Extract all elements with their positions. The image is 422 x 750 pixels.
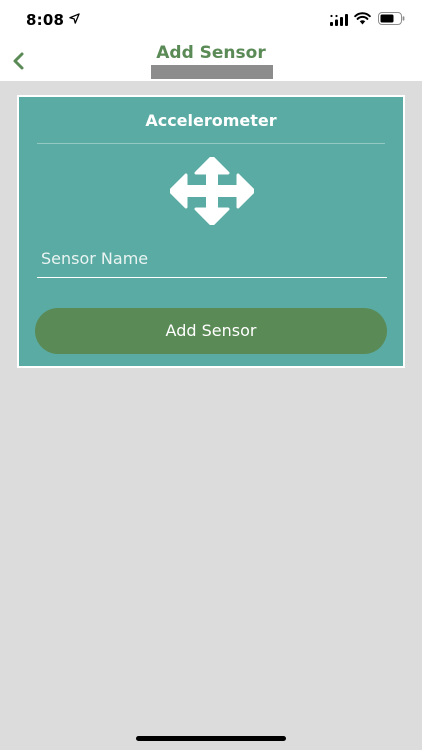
- navigation-bar: Add Sensor: [0, 40, 422, 81]
- page-title: Add Sensor: [156, 43, 266, 63]
- sensor-type-title: Accelerometer: [145, 111, 277, 130]
- location-arrow-icon: [69, 13, 80, 24]
- add-sensor-button[interactable]: Add Sensor: [35, 308, 387, 354]
- title-underline: [151, 65, 273, 79]
- wifi-icon: [354, 12, 371, 25]
- move-arrows-icon: [170, 157, 254, 225]
- sensor-name-input[interactable]: [37, 240, 387, 278]
- status-time: 8:08: [26, 11, 65, 29]
- cellular-signal-icon: [330, 14, 348, 26]
- card-divider: [37, 143, 385, 144]
- battery-icon: [378, 12, 405, 25]
- home-indicator: [136, 736, 286, 741]
- status-bar: 8:08: [0, 0, 422, 40]
- sensor-card: Accelerometer Add Sensor: [17, 95, 405, 368]
